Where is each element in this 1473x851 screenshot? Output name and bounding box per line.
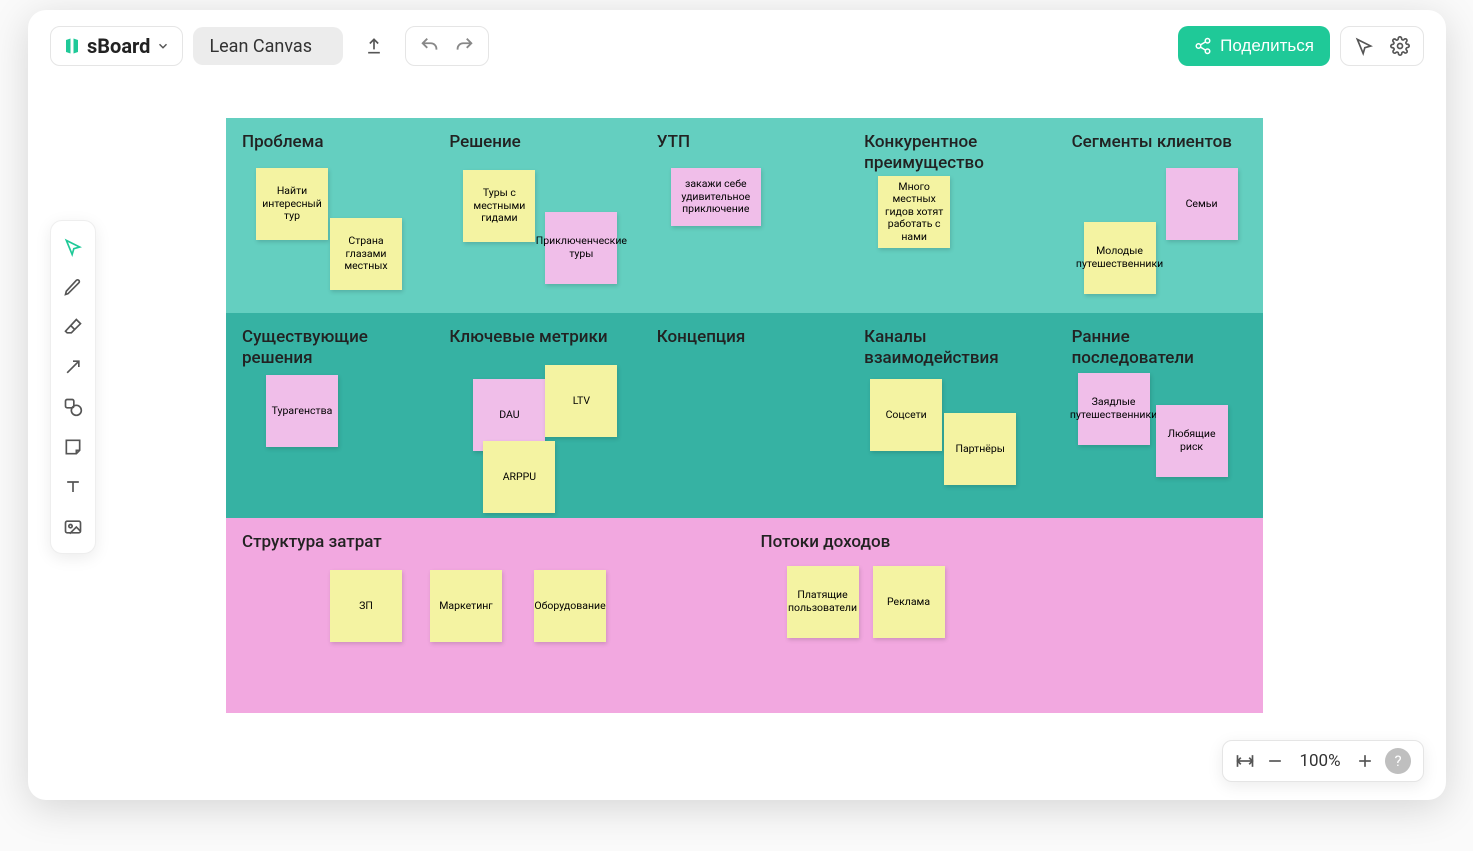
- cell-title: Сегменты клиентов: [1072, 132, 1247, 153]
- redo-button[interactable]: [450, 32, 478, 60]
- cell-title: УТП: [657, 132, 832, 153]
- cell-title: Конкурентное преимущество: [864, 132, 1039, 175]
- tool-sticky[interactable]: [55, 429, 91, 465]
- canvas[interactable]: Проблема Найти интересный турСтрана глаза…: [226, 118, 1263, 713]
- settings-button[interactable]: [1385, 31, 1415, 61]
- sticky-note[interactable]: Много местных гидов хотят работать с нам…: [878, 176, 950, 248]
- zoom-out-button[interactable]: [1265, 751, 1285, 771]
- sticky-note[interactable]: Заядлые путешественники: [1078, 373, 1150, 445]
- top-right-cluster: Поделиться: [1178, 26, 1424, 66]
- tool-pencil[interactable]: [55, 269, 91, 305]
- board-title-input[interactable]: Lean Canvas: [193, 27, 343, 65]
- cursor-mode-button[interactable]: [1349, 31, 1379, 61]
- sticky-note[interactable]: Приключенческие туры: [545, 212, 617, 284]
- sticky-note[interactable]: LTV: [545, 365, 617, 437]
- canvas-cell[interactable]: Существующие решения Турагенства: [226, 313, 433, 518]
- canvas-cell[interactable]: Решение Туры с местными гидамиПриключенче…: [433, 118, 640, 313]
- cell-title: Каналы взаимодействия: [864, 327, 1039, 370]
- canvas-cell[interactable]: Проблема Найти интересный турСтрана глаза…: [226, 118, 433, 313]
- sticky-note[interactable]: Найти интересный тур: [256, 168, 328, 240]
- tool-text[interactable]: [55, 469, 91, 505]
- sticky-note[interactable]: Оборудование: [534, 570, 606, 642]
- canvas-cell[interactable]: Конкурентное преимуществоМного местных г…: [848, 118, 1055, 313]
- cell-title: Решение: [449, 132, 624, 153]
- top-right-tools: [1340, 26, 1424, 66]
- canvas-cell[interactable]: Каналы взаимодействия СоцсетиПартнёры: [848, 313, 1055, 518]
- canvas-cell[interactable]: Ранние последователиЗаядлые путешественн…: [1056, 313, 1263, 518]
- tool-eraser[interactable]: [55, 309, 91, 345]
- fit-width-button[interactable]: [1235, 751, 1255, 771]
- sticky-note[interactable]: закажи себе удивительное приключение: [671, 168, 761, 226]
- share-button[interactable]: Поделиться: [1178, 26, 1330, 66]
- sticky-note[interactable]: ARPPU: [483, 441, 555, 513]
- app-name: sBoard: [87, 34, 150, 58]
- share-label: Поделиться: [1220, 36, 1314, 56]
- sticky-note[interactable]: Соцсети: [870, 379, 942, 451]
- canvas-cell[interactable]: Структура затрат ЗП Маркетинг Оборудование: [226, 518, 745, 713]
- sticky-note[interactable]: Семьи: [1166, 168, 1238, 240]
- cell-title: Проблема: [242, 132, 417, 153]
- canvas-cell[interactable]: Ключевые метрикиDAULTVARPPU: [433, 313, 640, 518]
- cell-title: Существующие решения: [242, 327, 417, 370]
- canvas-row-top: Проблема Найти интересный турСтрана глаза…: [226, 118, 1263, 313]
- sticky-note[interactable]: ЗП: [330, 570, 402, 642]
- cell-title: Потоки доходов: [761, 532, 1248, 553]
- undo-button[interactable]: [416, 32, 444, 60]
- cell-title: Ранние последователи: [1072, 327, 1247, 370]
- logo-icon: [63, 37, 81, 55]
- app-menu-button[interactable]: sBoard: [50, 26, 183, 66]
- canvas-cell[interactable]: Потоки доходов Платящие пользователиРекла…: [745, 518, 1264, 713]
- tool-arrow[interactable]: [55, 349, 91, 385]
- sticky-note[interactable]: Платящие пользователи: [787, 566, 859, 638]
- export-button[interactable]: [353, 26, 395, 66]
- undo-redo-group: [405, 26, 489, 66]
- canvas-cell[interactable]: УТП закажи себе удивительное приключение: [641, 118, 848, 313]
- zoom-in-button[interactable]: [1355, 751, 1375, 771]
- share-icon: [1194, 37, 1212, 55]
- sticky-note[interactable]: Маркетинг: [430, 570, 502, 642]
- tool-image[interactable]: [55, 509, 91, 545]
- board-title-text: Lean Canvas: [209, 36, 312, 57]
- left-toolbar: [50, 220, 96, 554]
- sticky-note[interactable]: Страна глазами местных: [330, 218, 402, 290]
- canvas-row-mid: Существующие решения Турагенства Ключевые …: [226, 313, 1263, 518]
- top-bar: sBoard Lean Canvas Поделиться: [50, 25, 1424, 67]
- canvas-row-bottom: Структура затрат ЗП Маркетинг Оборудование П…: [226, 518, 1263, 713]
- cell-title: Концепция: [657, 327, 832, 348]
- sticky-note[interactable]: Турагенства: [266, 375, 338, 447]
- sticky-note[interactable]: Туры с местными гидами: [463, 170, 535, 242]
- tool-shapes[interactable]: [55, 389, 91, 425]
- canvas-cell[interactable]: Концепция: [641, 313, 848, 518]
- sticky-note[interactable]: Партнёры: [944, 413, 1016, 485]
- cell-title: Структура затрат: [242, 532, 729, 553]
- tool-select[interactable]: [55, 229, 91, 265]
- help-button[interactable]: ?: [1385, 748, 1411, 774]
- zoom-level[interactable]: 100%: [1295, 751, 1345, 771]
- cell-title: Ключевые метрики: [449, 327, 624, 348]
- chevron-down-icon: [156, 39, 170, 53]
- app-window: sBoard Lean Canvas Поделиться: [28, 10, 1446, 800]
- sticky-note[interactable]: Реклама: [873, 566, 945, 638]
- canvas-cell[interactable]: Сегменты клиентов СемьиМолодые путешестве…: [1056, 118, 1263, 313]
- zoom-bar: 100% ?: [1222, 740, 1424, 782]
- sticky-note[interactable]: Любящие риск: [1156, 405, 1228, 477]
- sticky-note[interactable]: Молодые путешественники: [1084, 222, 1156, 294]
